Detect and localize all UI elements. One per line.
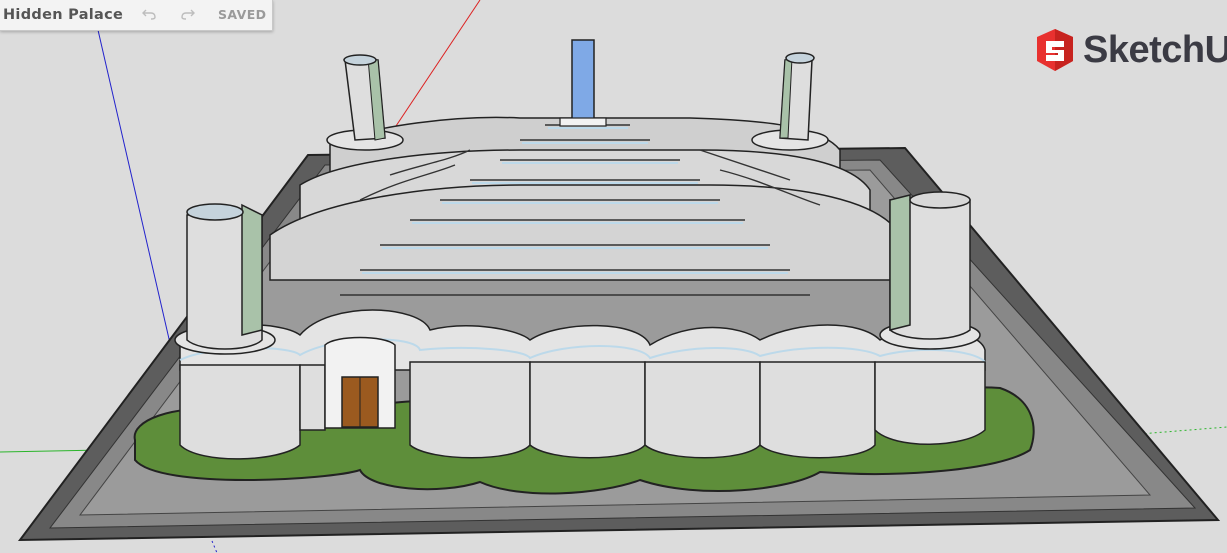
save-status: SAVED	[218, 7, 267, 22]
water-column	[559, 39, 607, 127]
document-title[interactable]: Hidden Palace	[3, 7, 123, 23]
3d-viewport[interactable]	[0, 0, 1227, 553]
undo-icon	[142, 9, 156, 20]
tower-back-left	[326, 54, 404, 151]
tower-front-right	[879, 191, 981, 350]
red-axis	[389, 0, 481, 136]
title-panel: Hidden Palace SAVED	[0, 0, 273, 31]
tower-front-left	[174, 203, 276, 355]
redo-button[interactable]	[177, 4, 199, 24]
undo-button[interactable]	[138, 4, 160, 24]
front-walls	[179, 361, 986, 460]
entrance	[324, 336, 396, 429]
blue-axis-dashed	[211, 540, 218, 553]
redo-icon	[181, 9, 195, 20]
sketchup-brand: SketchU	[1033, 27, 1227, 73]
tower-back-right	[751, 52, 829, 151]
sketchup-logo-icon	[1037, 29, 1073, 71]
brand-name: SketchU	[1083, 28, 1227, 71]
